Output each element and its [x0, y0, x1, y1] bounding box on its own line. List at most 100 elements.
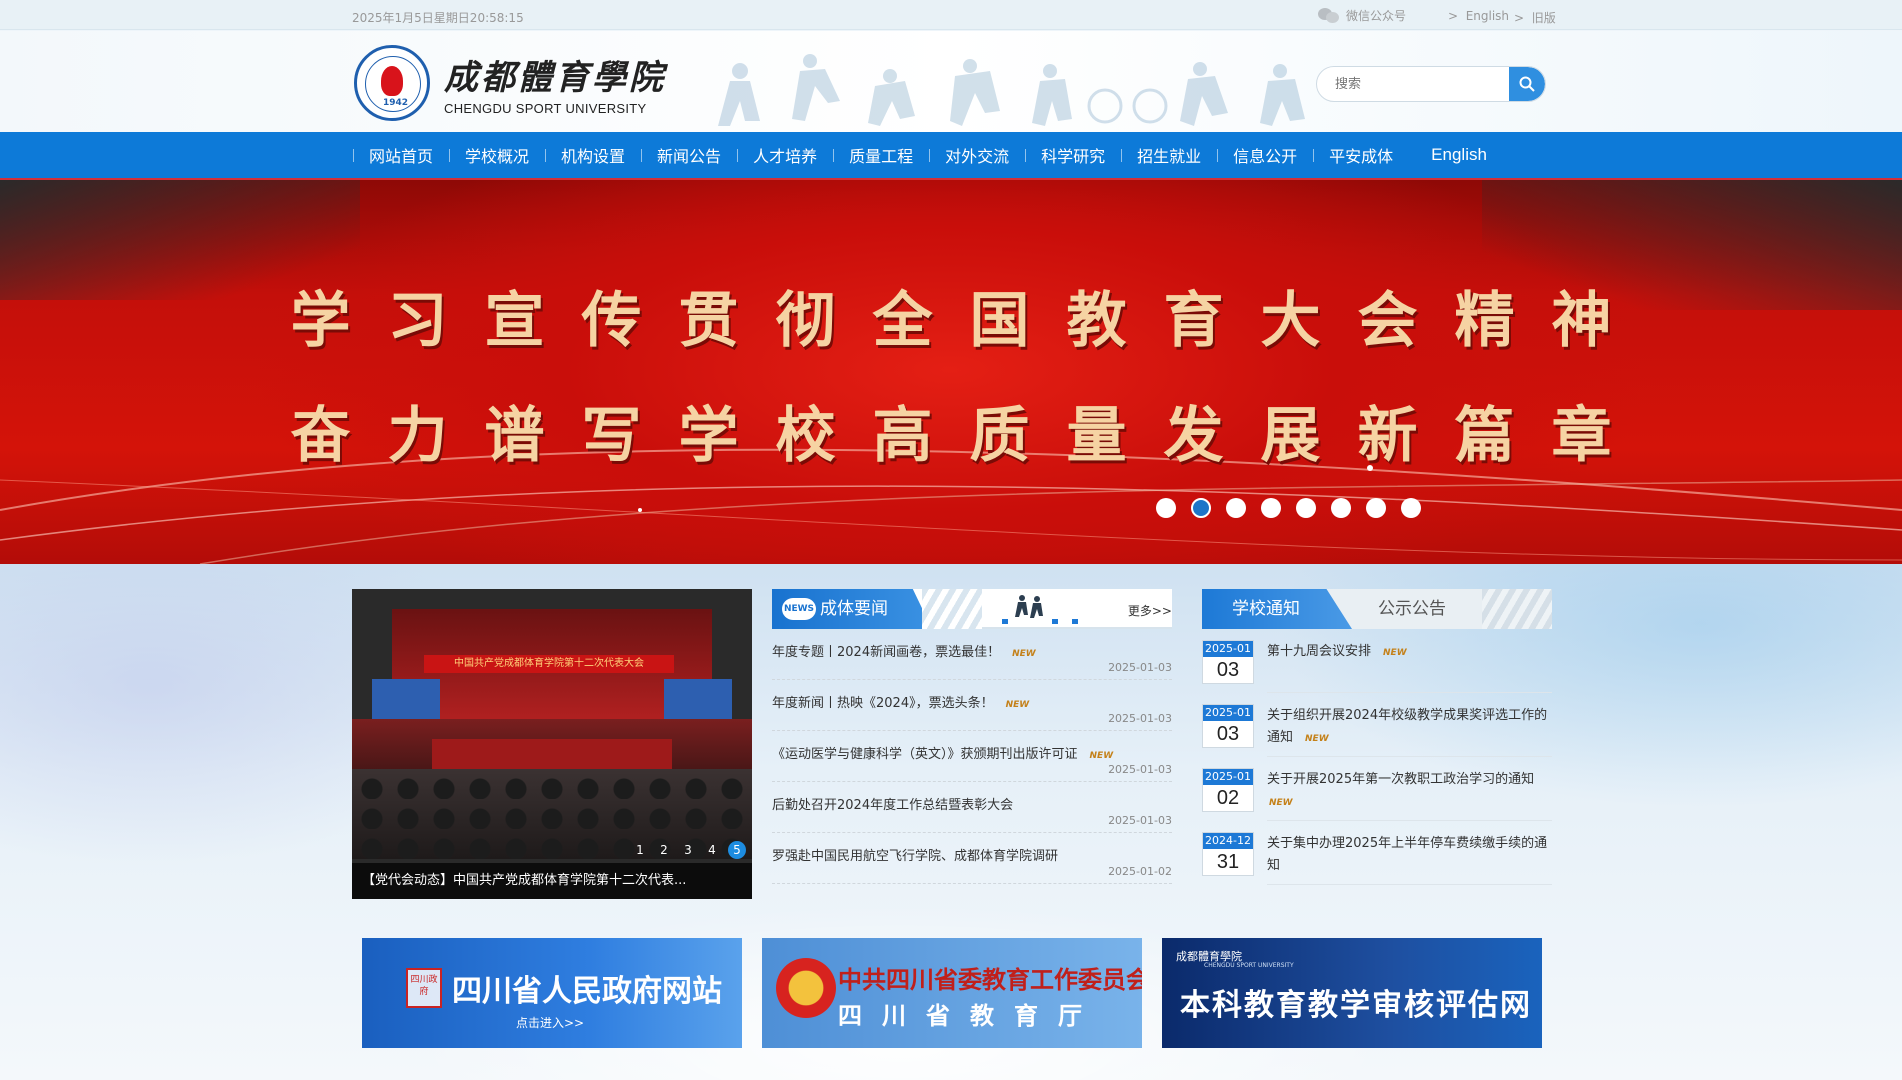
notice-year-month: 2025-01 [1203, 705, 1253, 721]
sichuan-gov-link[interactable]: 四川政府 四川省人民政府网站 点击进入>> [362, 938, 742, 1048]
notice-day: 31 [1216, 851, 1240, 873]
search-box [1316, 66, 1546, 102]
audit-logo-english: CHENGDU SPORT UNIVERSITY [1204, 962, 1294, 969]
new-badge: NEW [1005, 700, 1030, 710]
news-tab[interactable]: NEWS 成体要闻 [772, 589, 932, 629]
arrow-icon: > [1514, 11, 1525, 25]
university-logo[interactable]: 1942 成都體育學院 CHENGDU SPORT UNIVERSITY [354, 45, 666, 121]
photo-page-number-active[interactable]: 5 [728, 841, 746, 859]
banner-pagination [1156, 498, 1421, 518]
nav-item-about[interactable]: 学校概况 [449, 132, 545, 178]
notice-title: 关于开展2025年第一次教职工政治学习的通知 [1267, 772, 1535, 787]
arrow-icon: > [1448, 9, 1459, 23]
new-badge: NEW [1269, 798, 1293, 808]
photo-caption[interactable]: 【党代会动态】中国共产党成都体育学院第十二次代表... [352, 863, 752, 899]
datetime-text: 2025年1月5日星期日20:58:15 [352, 11, 524, 25]
photo-page-number[interactable]: 2 [656, 843, 672, 857]
photo-page-number[interactable]: 4 [704, 843, 720, 857]
banner-dot[interactable] [1366, 498, 1386, 518]
new-badge: NEW [1012, 649, 1036, 659]
nav-item-disclosure[interactable]: 信息公开 [1217, 132, 1313, 178]
new-badge: NEW [1383, 648, 1407, 658]
notice-date-box: 2024-12 31 [1202, 832, 1254, 876]
english-version-link[interactable]: > English [1448, 9, 1509, 23]
notice-section: 学校通知 公示公告 2025-01 03 第十九周会议安排 NEW 2025-01… [1202, 589, 1552, 885]
news-badge-icon: NEWS [782, 598, 816, 620]
nav-item-safety[interactable]: 平安成体 [1313, 132, 1409, 178]
photo-page-number[interactable]: 1 [632, 843, 648, 857]
news-item-title: 年度新闻丨热映《2024》，票选头条！ [772, 696, 994, 711]
hero-banner[interactable]: 学习宣传贯彻全国教育大会精神 奋力谱写学校高质量发展新篇章 [0, 180, 1902, 564]
sichuan-gov-enter: 点击进入>> [516, 1016, 585, 1030]
notice-list-item[interactable]: 2025-01 02 关于开展2025年第一次教职工政治学习的通知 NEW [1202, 757, 1552, 821]
banner-dot[interactable] [1331, 498, 1351, 518]
banner-dot-active[interactable] [1191, 498, 1211, 518]
wechat-label: 微信公众号 [1346, 8, 1407, 23]
banner-dot[interactable] [1156, 498, 1176, 518]
notice-year-month: 2025-01 [1203, 769, 1253, 785]
nav-item-education[interactable]: 人才培养 [737, 132, 833, 178]
english-link-label: English [1465, 9, 1510, 23]
news-title: 成体要闻 [820, 599, 888, 619]
national-emblem-icon [776, 958, 836, 1018]
banner-headline-2: 奋力谱写学校高质量发展新篇章 [290, 401, 1649, 471]
wechat-icon [1318, 6, 1340, 24]
tab-school-notices[interactable]: 学校通知 [1202, 589, 1352, 629]
banner-dot[interactable] [1261, 498, 1281, 518]
site-header: 1942 成都體育學院 CHENGDU SPORT UNIVERSITY [0, 31, 1902, 132]
search-button[interactable] [1509, 67, 1545, 101]
new-badge: NEW [1089, 751, 1114, 761]
banner-headline-1: 学习宣传贯彻全国教育大会精神 [290, 286, 1649, 356]
notice-date-box: 2025-01 03 [1202, 704, 1254, 748]
nav-item-organization[interactable]: 机构设置 [545, 132, 641, 178]
nav-item-admission[interactable]: 招生就业 [1121, 132, 1217, 178]
top-bar: 2025年1月5日星期日20:58:15 微信公众号 > English > 旧… [0, 0, 1902, 30]
news-item-date: 2025-01-03 [1108, 712, 1172, 725]
nav-item-quality[interactable]: 质量工程 [833, 132, 929, 178]
banner-swirl-decoration [0, 448, 1902, 564]
news-item-date: 2025-01-03 [1108, 661, 1172, 674]
banner-dot[interactable] [1226, 498, 1246, 518]
notice-list-item[interactable]: 2025-01 03 关于组织开展2024年校级教学成果奖评选工作的通知 NEW [1202, 693, 1552, 757]
notice-title: 关于集中办理2025年上半年停车费续缴手续的通知 [1267, 836, 1548, 873]
audit-evaluation-link[interactable]: 成都體育學院 CHENGDU SPORT UNIVERSITY 本科教育教学审核… [1162, 938, 1542, 1048]
nav-item-news[interactable]: 新闻公告 [641, 132, 737, 178]
news-item-title: 罗强赴中国民用航空飞行学院、成都体育学院调研 [772, 849, 1059, 864]
news-more-link[interactable]: 更多>> [1128, 602, 1172, 619]
news-list-item[interactable]: 《运动医学与健康科学（英文）》获颁期刊出版许可证 NEW 2025-01-03 [772, 731, 1172, 782]
wechat-link[interactable]: 微信公众号 [1318, 6, 1406, 24]
notice-date-box: 2025-01 03 [1202, 640, 1254, 684]
nav-item-research[interactable]: 科学研究 [1025, 132, 1121, 178]
news-item-date: 2025-01-03 [1108, 814, 1172, 827]
notice-year-month: 2025-01 [1203, 641, 1253, 657]
notice-list-item[interactable]: 2025-01 03 第十九周会议安排 NEW [1202, 629, 1552, 693]
education-dept-link[interactable]: 中共四川省委教育工作委员会 四川省教育厅 [762, 938, 1142, 1048]
old-version-link[interactable]: > 旧版 [1514, 9, 1556, 26]
news-section: NEWS 成体要闻 更多>> 年度专题丨2024新闻画卷，票选最佳！ NEW 20… [772, 589, 1172, 884]
photo-pagination: 1 2 3 4 5 [632, 841, 746, 859]
news-list-item[interactable]: 年度新闻丨热映《2024》，票选头条！ NEW 2025-01-03 [772, 680, 1172, 731]
banner-dot[interactable] [1401, 498, 1421, 518]
news-list-item[interactable]: 罗强赴中国民用航空飞行学院、成都体育学院调研 2025-01-02 [772, 833, 1172, 884]
header-stripes [1482, 589, 1552, 629]
nav-item-home[interactable]: 网站首页 [353, 132, 449, 178]
notice-header: 学校通知 公示公告 [1202, 589, 1552, 629]
runners-icon [1002, 595, 1078, 624]
sichuan-gov-seal-icon: 四川政府 [406, 968, 442, 1008]
tab-public-announcements[interactable]: 公示公告 [1378, 589, 1446, 629]
photo-news-slideshow[interactable]: 中国共产党成都体育学院第十二次代表大会 1 2 3 4 5 【党代会动态】中国共… [352, 589, 752, 899]
notice-list-item[interactable]: 2024-12 31 关于集中办理2025年上半年停车费续缴手续的通知 [1202, 821, 1552, 885]
search-input[interactable] [1317, 67, 1507, 101]
new-badge: NEW [1305, 734, 1329, 744]
photo-page-number[interactable]: 3 [680, 843, 696, 857]
education-committee-title: 中共四川省委教育工作委员会 [838, 966, 1142, 994]
notice-year-month: 2024-12 [1203, 833, 1253, 849]
news-item-title: 后勤处召开2024年度工作总结暨表彰大会 [772, 798, 1014, 813]
news-list-item[interactable]: 后勤处召开2024年度工作总结暨表彰大会 2025-01-03 [772, 782, 1172, 833]
logo-english-name: CHENGDU SPORT UNIVERSITY [444, 101, 647, 116]
nav-item-exchange[interactable]: 对外交流 [929, 132, 1025, 178]
news-list-item[interactable]: 年度专题丨2024新闻画卷，票选最佳！ NEW 2025-01-03 [772, 629, 1172, 680]
nav-item-english[interactable]: English [1409, 132, 1503, 178]
banner-dot[interactable] [1296, 498, 1316, 518]
news-item-date: 2025-01-03 [1108, 763, 1172, 776]
